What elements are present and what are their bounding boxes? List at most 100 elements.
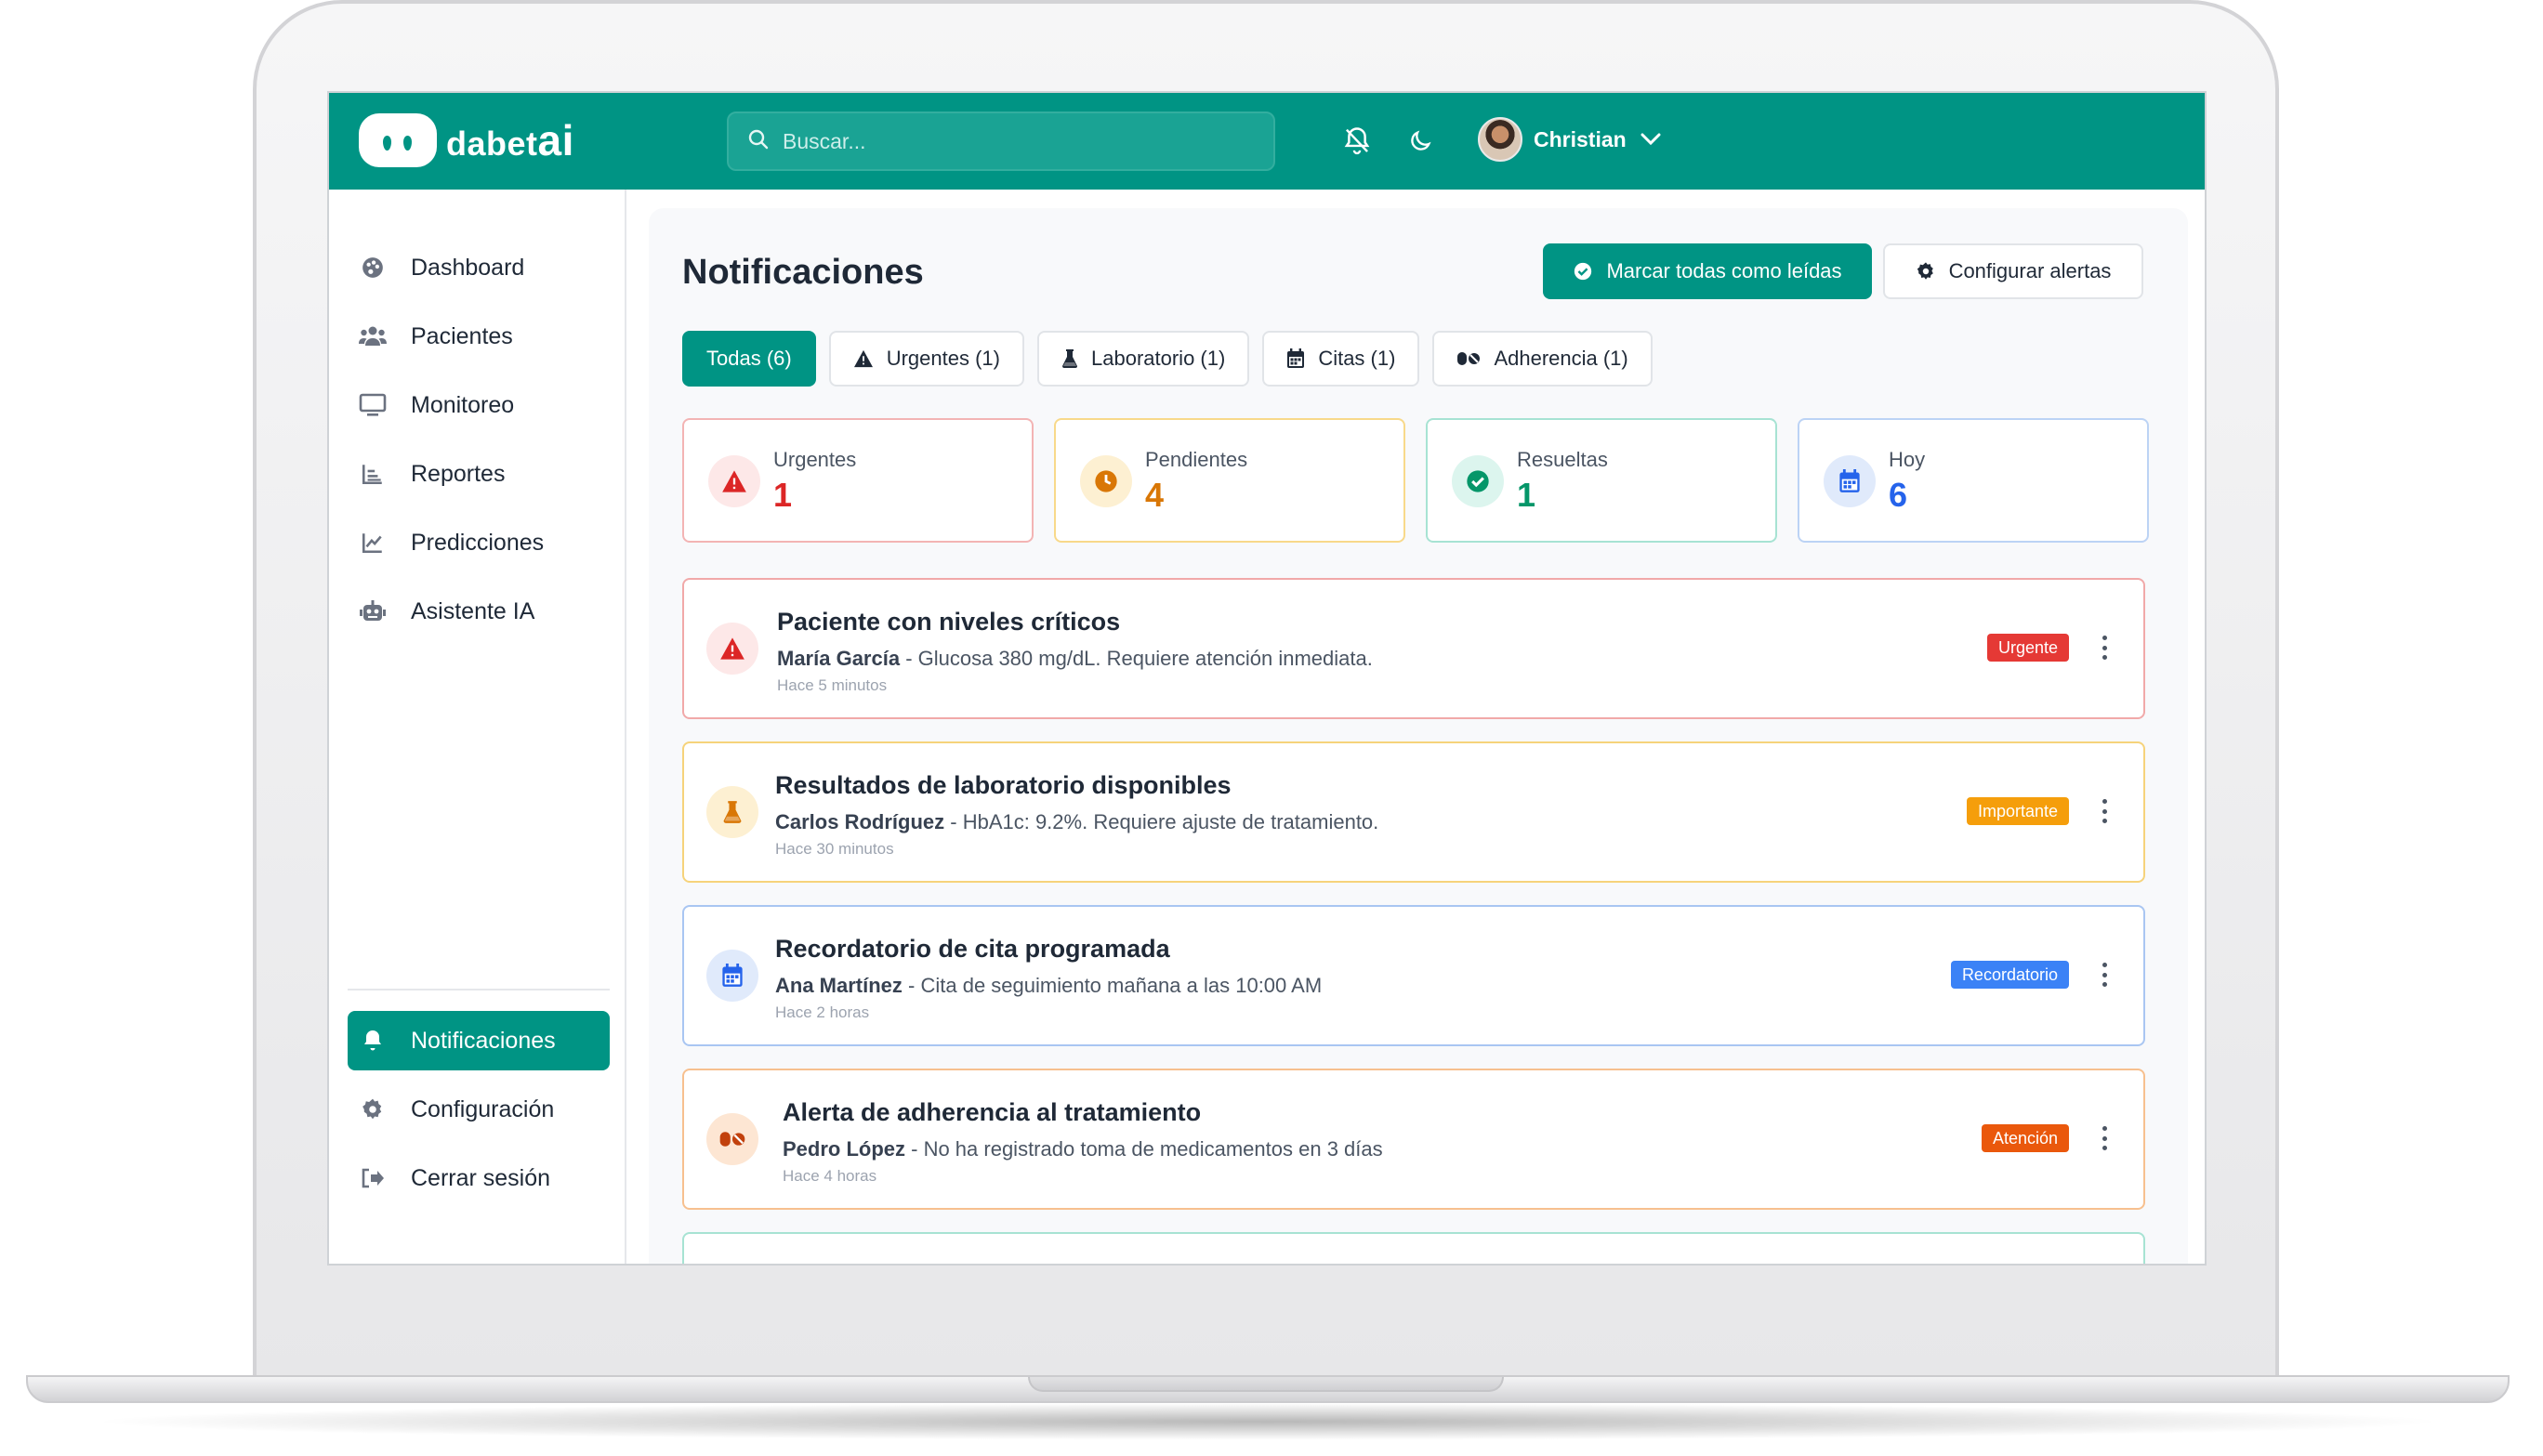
sidebar-item-dashboard[interactable]: Dashboard	[348, 238, 610, 297]
warning-icon	[706, 623, 758, 675]
stat-value: 6	[1889, 476, 1908, 514]
sidebar-item-label: Dashboard	[411, 254, 525, 281]
sidebar-item-configuracion[interactable]: Configuración	[348, 1080, 610, 1139]
notification-time: Hace 2 horas	[775, 1003, 870, 1021]
notification-card[interactable]: Paciente con niveles críticos María Garc…	[682, 578, 2145, 719]
notification-card[interactable]: Resultados de laboratorio disponibles Ca…	[682, 741, 2145, 883]
tab-label: Urgentes (1)	[886, 347, 1000, 370]
more-vertical-icon[interactable]	[2093, 1122, 2115, 1154]
sidebar-item-label: Monitoreo	[411, 391, 515, 418]
tab-label: Adherencia (1)	[1494, 347, 1628, 370]
chevron-down-icon	[1640, 132, 1662, 147]
notification-message: - Glucosa 380 mg/dL. Requiere atención i…	[900, 647, 1373, 670]
notification-body: Ana Martínez - Cita de seguimiento mañan…	[775, 974, 1322, 998]
stat-value: 1	[1517, 476, 1536, 514]
flask-icon	[706, 786, 758, 838]
flask-icon	[1061, 348, 1078, 369]
avatar	[1478, 117, 1522, 162]
sidebar-item-label: Pacientes	[411, 322, 513, 349]
mark-all-read-label: Marcar todas como leídas	[1606, 259, 1842, 282]
stat-label: Pendientes	[1145, 448, 1248, 471]
gear-icon	[359, 1095, 387, 1123]
notification-card[interactable]: Alerta de adherencia al tratamiento Pedr…	[682, 1069, 2145, 1210]
notification-time: Hace 4 horas	[783, 1167, 877, 1185]
user-menu[interactable]: Christian	[1478, 117, 1662, 162]
tab-todas[interactable]: Todas (6)	[682, 331, 816, 387]
calendar-icon	[1824, 455, 1876, 507]
logo[interactable]: dabetai	[359, 113, 574, 167]
bell-icon	[359, 1027, 387, 1055]
sidebar-item-predicciones[interactable]: Predicciones	[348, 513, 610, 572]
check-circle-icon	[1573, 261, 1593, 282]
tab-label: Todas (6)	[706, 347, 792, 370]
notification-title: Recordatorio de cita programada	[775, 935, 1170, 963]
stat-label: Resueltas	[1517, 448, 1608, 471]
stats-row: Urgentes 1 Pendientes 4 Resueltas 1 Hoy …	[682, 418, 2149, 543]
sidebar-item-monitoreo[interactable]: Monitoreo	[348, 375, 610, 435]
tab-adherencia[interactable]: Adherencia (1)	[1432, 331, 1653, 387]
stat-card-pendientes: Pendientes 4	[1054, 418, 1405, 543]
logout-icon	[359, 1164, 387, 1192]
tab-label: Citas (1)	[1318, 347, 1396, 370]
stat-label: Urgentes	[773, 448, 857, 471]
notification-title: Alerta de adherencia al tratamiento	[783, 1098, 1202, 1126]
gear-icon	[1916, 261, 1936, 282]
sidebar: Dashboard Pacientes Monitoreo Reportes P…	[329, 190, 626, 1264]
page-title: Notificaciones	[682, 253, 924, 292]
tab-label: Laboratorio (1)	[1091, 347, 1226, 370]
stat-card-hoy: Hoy 6	[1798, 418, 2149, 543]
bar-chart-icon	[359, 460, 387, 488]
warning-icon	[853, 349, 874, 368]
filter-tabs: Todas (6) Urgentes (1) Laboratorio (1) C…	[682, 331, 1653, 387]
warning-icon	[708, 455, 760, 507]
line-chart-icon	[359, 529, 387, 557]
notification-time: Hace 5 minutos	[777, 676, 888, 694]
sidebar-item-pacientes[interactable]: Pacientes	[348, 307, 610, 366]
dark-mode-moon-icon[interactable]	[1403, 125, 1437, 158]
notification-message: - Cita de seguimiento mañana a las 10:00…	[902, 974, 1323, 997]
status-badge: Importante	[1966, 797, 2069, 825]
stat-card-resueltas: Resueltas 1	[1426, 418, 1777, 543]
configure-alerts-button[interactable]: Configurar alertas	[1883, 243, 2143, 299]
laptop-shadow	[84, 1403, 2452, 1440]
more-vertical-icon[interactable]	[2093, 632, 2115, 663]
search-icon	[747, 128, 770, 155]
mark-all-read-button[interactable]: Marcar todas como leídas	[1543, 243, 1872, 299]
configure-alerts-label: Configurar alertas	[1948, 259, 2112, 282]
tab-laboratorio[interactable]: Laboratorio (1)	[1037, 331, 1250, 387]
sidebar-item-label: Asistente IA	[411, 597, 535, 624]
top-bar: dabetai Christian	[329, 93, 2205, 190]
notification-body: Pedro López - No ha registrado toma de m…	[783, 1137, 1383, 1161]
search-box[interactable]	[727, 111, 1275, 171]
user-name: Christian	[1534, 126, 1627, 151]
sidebar-item-reportes[interactable]: Reportes	[348, 444, 610, 504]
tab-urgentes[interactable]: Urgentes (1)	[828, 331, 1024, 387]
sidebar-item-label: Notificaciones	[411, 1027, 556, 1054]
laptop-notch	[1028, 1377, 1504, 1392]
notification-card[interactable]: Recordatorio de cita programada Ana Mart…	[682, 905, 2145, 1046]
notification-message: - HbA1c: 9.2%. Requiere ajuste de tratam…	[944, 810, 1379, 833]
calendar-icon	[706, 950, 758, 1002]
more-vertical-icon[interactable]	[2093, 795, 2115, 827]
sidebar-item-asistente-ia[interactable]: Asistente IA	[348, 582, 610, 641]
logo-text: dabetai	[446, 116, 574, 164]
pills-icon	[1456, 350, 1481, 367]
notification-body: Carlos Rodríguez - HbA1c: 9.2%. Requiere…	[775, 810, 1378, 834]
notification-card-partial[interactable]	[682, 1232, 2145, 1264]
notification-title: Paciente con niveles críticos	[777, 608, 1121, 636]
notification-title: Resultados de laboratorio disponibles	[775, 771, 1232, 799]
pills-icon	[706, 1113, 758, 1165]
more-vertical-icon[interactable]	[2093, 959, 2115, 990]
check-circle-icon	[1452, 455, 1504, 507]
users-icon	[359, 322, 387, 350]
sidebar-item-label: Reportes	[411, 460, 506, 487]
palette-icon	[359, 254, 387, 282]
app-screen: dabetai Christian Dashboard	[327, 91, 2207, 1266]
notification-bell-icon[interactable]	[1340, 125, 1374, 158]
sidebar-item-notificaciones[interactable]: Notificaciones	[348, 1011, 610, 1070]
sidebar-item-cerrar-sesion[interactable]: Cerrar sesión	[348, 1148, 610, 1208]
tab-citas[interactable]: Citas (1)	[1262, 331, 1420, 387]
search-input[interactable]	[783, 128, 1247, 154]
robot-icon	[359, 597, 387, 625]
status-badge: Recordatorio	[1950, 961, 2069, 989]
